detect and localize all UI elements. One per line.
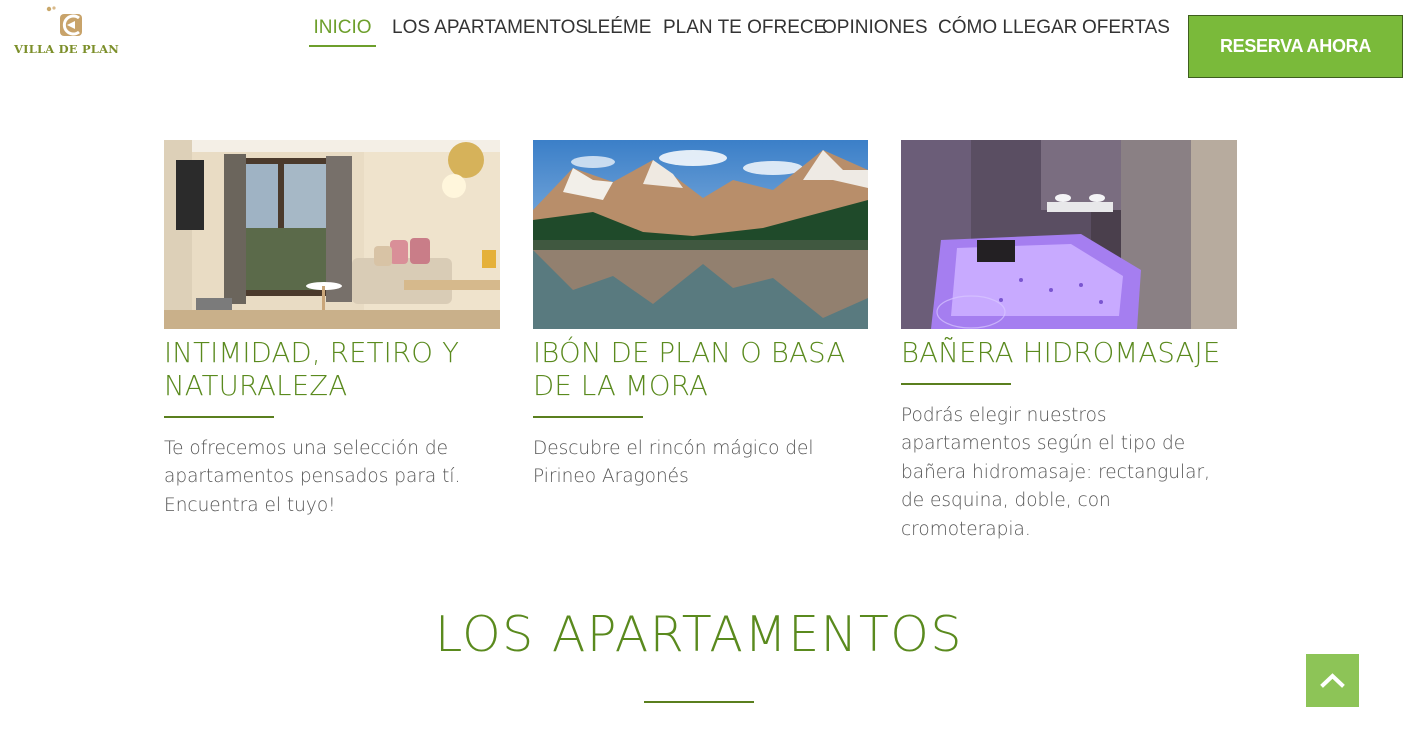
page: VILLA DE PLAN INICIO LOS APARTAMENTOS LE… — [0, 0, 1411, 739]
feature-text: Podrás elegir nuestros apartamentos segú… — [901, 405, 1210, 540]
back-to-top-button[interactable] — [1306, 654, 1359, 707]
section-divider — [644, 701, 754, 703]
mountain-lake-photo[interactable] — [533, 140, 868, 329]
feature-title: BAÑERA HIDROMASAJE — [901, 337, 1221, 369]
nav-item-inicio[interactable]: INICIO — [309, 17, 376, 47]
nav-item-ofertas[interactable]: OFERTAS — [1082, 17, 1170, 45]
feature-text: Te ofrecemos una selección de apartament… — [164, 438, 461, 516]
main-nav: INICIO LOS APARTAMENTOS LEÉME PLAN TE OF… — [0, 15, 1411, 78]
title-divider — [164, 416, 274, 418]
nav-item-plan-te-ofrece[interactable]: PLAN TE OFRECE — [663, 17, 826, 45]
feature-text: Descubre el rincón mágico del Pirineo Ar… — [533, 438, 814, 488]
title-divider — [901, 383, 1011, 385]
nav-item-los-apartamentos[interactable]: LOS APARTAMENTOS — [392, 17, 588, 45]
feature-card-banera: BAÑERA HIDROMASAJE Podrás elegir nuestro… — [901, 140, 1237, 544]
reserve-now-button[interactable]: RESERVA AHORA — [1188, 15, 1403, 78]
hydromassage-bathtub-photo[interactable] — [901, 140, 1237, 329]
feature-card-intimidad: INTIMIDAD, RETIRO Y NATURALEZA Te ofrece… — [164, 140, 500, 520]
feature-title: INTIMIDAD, RETIRO Y NATURALEZA — [164, 337, 460, 402]
nav-item-como-llegar[interactable]: CÓMO LLEGAR — [938, 17, 1077, 45]
feature-card-ibon: IBÓN DE PLAN O BASA DE LA MORA Descubre … — [533, 140, 868, 492]
nav-item-opiniones[interactable]: OPINIONES — [822, 17, 928, 45]
chevron-up-icon — [1320, 673, 1345, 688]
feature-title: IBÓN DE PLAN O BASA DE LA MORA — [533, 337, 846, 402]
title-divider — [533, 416, 643, 418]
nav-item-leeme[interactable]: LEÉME — [587, 17, 651, 45]
section-title: LOS APARTAMENTOS — [435, 606, 963, 663]
apartment-living-room-photo[interactable] — [164, 140, 500, 329]
